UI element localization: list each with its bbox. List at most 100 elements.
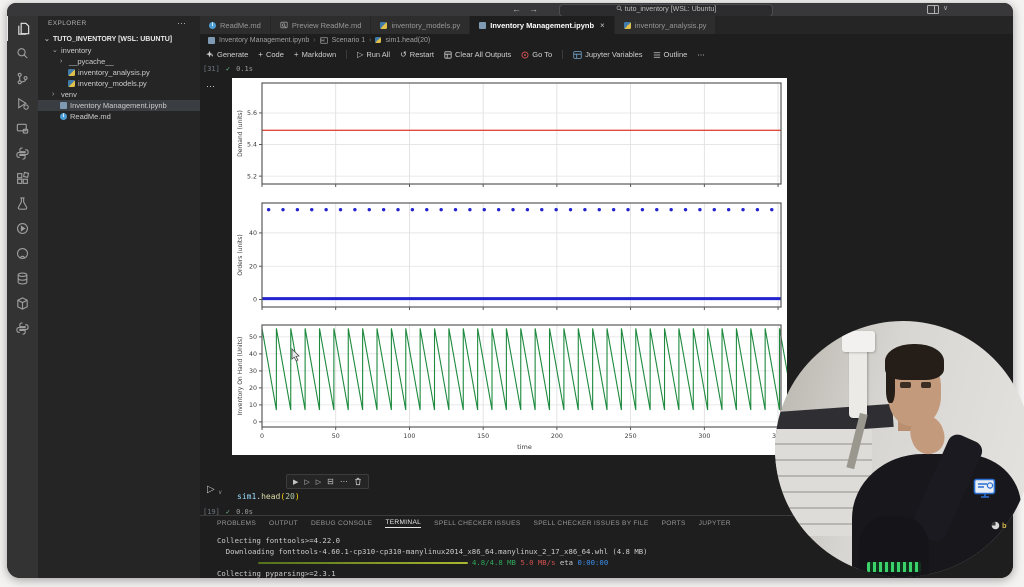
- terminal-line: Downloading fonttools-4.60.1-cp310-cp310…: [217, 547, 648, 556]
- toolbar-more-button[interactable]: ⋯: [697, 50, 705, 59]
- variables-table-icon: [573, 51, 582, 59]
- activitybar-run-debug[interactable]: [7, 91, 38, 116]
- outline-button[interactable]: Outline: [653, 50, 688, 59]
- layout-chevron-icon[interactable]: ∨: [943, 4, 948, 12]
- nav-back-button[interactable]: ←: [512, 3, 521, 16]
- tree-item-inventory[interactable]: ⌄ inventory: [38, 45, 200, 56]
- tree-item-label: inventory_analysis.py: [78, 67, 150, 78]
- activitybar-search[interactable]: [7, 41, 38, 66]
- tree-item-pycache[interactable]: › __pycache__: [38, 56, 200, 67]
- progress-bar: [258, 562, 468, 565]
- activitybar-testing[interactable]: [7, 191, 38, 216]
- screen-share-icon[interactable]: [973, 478, 998, 501]
- tree-item-notebook[interactable]: Inventory Management.ipynb: [38, 100, 200, 111]
- activitybar-remote-explorer[interactable]: [7, 116, 38, 141]
- root-label: TUTO_INVENTORY [WSL: UBUNTU]: [53, 34, 172, 45]
- svg-text:5.4: 5.4: [247, 142, 257, 149]
- tab-output[interactable]: OUTPUT: [269, 520, 298, 527]
- nav-forward-button[interactable]: →: [529, 3, 538, 16]
- tree-item-label: venv: [61, 89, 77, 100]
- button-label: Generate: [217, 50, 248, 59]
- tab-spell-checker-issues-by-file[interactable]: SPELL CHECKER ISSUES BY FILE: [534, 520, 649, 527]
- svg-text:0: 0: [253, 297, 257, 304]
- download-size: 4.8/4.8 MB: [472, 558, 516, 567]
- download-speed: 5.0 MB/s: [520, 558, 555, 567]
- tab-label: inventory_models.py: [391, 21, 460, 30]
- add-code-button[interactable]: + Code: [258, 50, 284, 59]
- restart-button[interactable]: ↺ Restart: [400, 50, 434, 59]
- chevron-right-icon: ›: [313, 37, 315, 44]
- cell-execution-status: [31] ✓ 0.1s: [203, 65, 253, 73]
- tab-debug-console[interactable]: DEBUG CONSOLE: [311, 520, 372, 527]
- close-icon[interactable]: ×: [600, 21, 605, 30]
- remote-explorer-icon: [15, 121, 30, 136]
- tab-ports[interactable]: PORTS: [662, 520, 686, 527]
- python-file-icon: [380, 22, 387, 29]
- notification-toast-partial[interactable]: b: [991, 521, 1007, 530]
- activitybar-jupyter[interactable]: [7, 216, 38, 241]
- goto-button[interactable]: Go To: [521, 50, 552, 59]
- generate-button[interactable]: Generate: [205, 50, 248, 59]
- python-icon: [15, 146, 30, 161]
- extensions-icon: [15, 171, 30, 186]
- more-actions-icon[interactable]: ⋯: [340, 477, 348, 486]
- tree-item-label: inventory_models.py: [78, 78, 147, 89]
- tree-item-venv[interactable]: › venv: [38, 89, 200, 100]
- file-tree: ⌄ TUTO_INVENTORY [WSL: UBUNTU] ⌄ invento…: [38, 34, 200, 122]
- cube-icon: [15, 296, 30, 311]
- tree-root-folder[interactable]: ⌄ TUTO_INVENTORY [WSL: UBUNTU]: [38, 34, 200, 45]
- activitybar-python-env[interactable]: [7, 316, 38, 341]
- files-icon: [16, 21, 31, 36]
- tab-inventory-models[interactable]: inventory_models.py: [371, 16, 470, 34]
- tab-spell-checker-issues[interactable]: SPELL CHECKER ISSUES: [434, 520, 520, 527]
- activitybar-database[interactable]: [7, 266, 38, 291]
- run-below-icon[interactable]: ▶: [293, 478, 298, 486]
- delete-cell-icon[interactable]: [354, 477, 362, 486]
- activitybar-source-control[interactable]: [7, 66, 38, 91]
- activity-bar: [7, 16, 38, 578]
- clear-all-outputs-button[interactable]: Clear All Outputs: [444, 50, 511, 59]
- tab-label: Inventory Management.ipynb: [490, 21, 594, 30]
- add-markdown-button[interactable]: + Markdown: [294, 50, 336, 59]
- activitybar-python[interactable]: [7, 141, 38, 166]
- sidebar-more-button[interactable]: ⋯: [177, 18, 186, 29]
- cell-toolbar: ▶ ▷ ▷ ⊟ ⋯: [286, 474, 369, 489]
- code-token: ): [295, 492, 300, 501]
- run-cell-button[interactable]: ▷: [207, 484, 215, 495]
- tab-problems[interactable]: PROBLEMS: [217, 520, 256, 527]
- tab-terminal[interactable]: TERMINAL: [385, 519, 421, 528]
- tab-jupyter[interactable]: JUPYTER: [699, 520, 731, 527]
- activitybar-extensions[interactable]: [7, 166, 38, 191]
- notebook-toolbar: Generate + Code + Markdown ▷ Run All ↺ R…: [200, 46, 1013, 64]
- run-cell-and-below-icon[interactable]: ▷: [316, 478, 321, 486]
- tab-inventory-analysis[interactable]: inventory_analysis.py: [615, 16, 717, 34]
- tree-item-inventory-models[interactable]: inventory_models.py: [38, 78, 200, 89]
- breadcrumb-item-file[interactable]: Inventory Management.ipynb: [219, 37, 309, 44]
- button-label: Markdown: [302, 50, 337, 59]
- breadcrumb: Inventory Management.ipynb › Scenario 1 …: [200, 34, 1013, 46]
- run-dropdown-chevron-icon[interactable]: ∨: [218, 489, 222, 496]
- chevron-down-icon: ⌄: [52, 45, 58, 56]
- tree-item-inventory-analysis[interactable]: inventory_analysis.py: [38, 67, 200, 78]
- jupyter-variables-button[interactable]: Jupyter Variables: [573, 50, 642, 59]
- activitybar-explorer[interactable]: [7, 16, 39, 41]
- tab-inventory-management-notebook[interactable]: Inventory Management.ipynb ×: [470, 16, 614, 34]
- check-icon: ✓: [226, 65, 230, 73]
- activitybar-github[interactable]: [7, 241, 38, 266]
- activitybar-containers[interactable]: [7, 291, 38, 316]
- layout-icon[interactable]: [927, 5, 939, 14]
- tree-item-readme[interactable]: i ReadMe.md: [38, 111, 200, 122]
- tab-label: ReadMe.md: [220, 21, 261, 30]
- goto-icon: [521, 51, 529, 59]
- run-all-button[interactable]: ▷ Run All: [357, 50, 390, 59]
- tab-readme[interactable]: i ReadMe.md: [200, 16, 271, 34]
- split-cell-icon[interactable]: ⊟: [327, 477, 334, 486]
- run-above-icon[interactable]: ▷: [304, 478, 309, 486]
- breadcrumb-item-cell[interactable]: sim1.head(20): [385, 37, 430, 44]
- run-debug-icon: [15, 96, 30, 111]
- output-more-button[interactable]: ⋯: [206, 81, 215, 92]
- tab-preview-readme[interactable]: Preview ReadMe.md: [271, 16, 372, 34]
- breadcrumb-item-section[interactable]: Scenario 1: [332, 37, 365, 44]
- notebook-output-chart: 5.25.45.6Demand (units)02040Orders (unit…: [232, 78, 787, 455]
- cell-code[interactable]: sim1.head(20): [237, 492, 300, 501]
